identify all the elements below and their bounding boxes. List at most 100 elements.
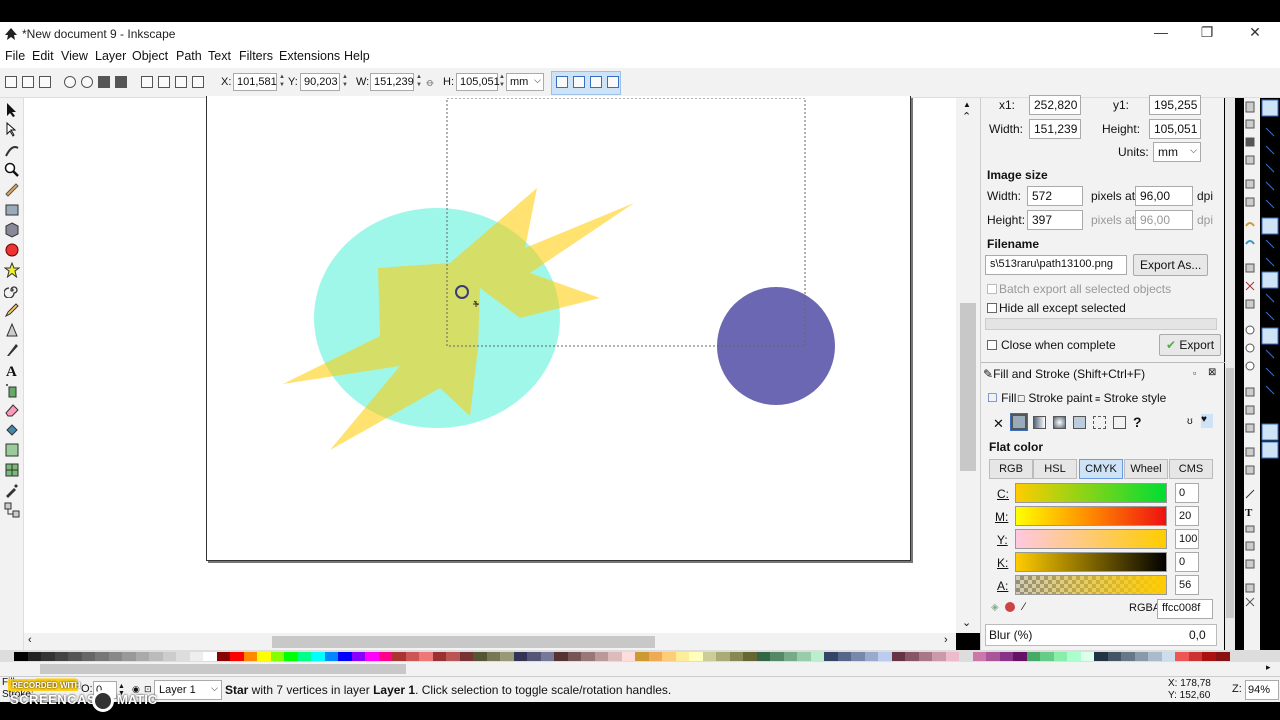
export-button[interactable]: ✔ Export [1159, 334, 1222, 356]
palette-swatch[interactable] [1013, 652, 1027, 661]
document-props-icon[interactable] [1245, 583, 1255, 593]
c-slider[interactable] [1015, 483, 1167, 503]
menu-filters[interactable]: Filters [239, 49, 273, 63]
tab-stroke-paint[interactable]: ☐ Stroke paint [1017, 391, 1092, 405]
palette-scroll-thumb[interactable] [40, 664, 406, 674]
export-icon[interactable] [1245, 197, 1255, 207]
export-width-input[interactable]: 151,239 [1029, 119, 1081, 139]
align-icon[interactable] [1245, 559, 1255, 569]
tab-fill[interactable]: ☐ Fill [987, 391, 1016, 405]
w-spinner-icon[interactable]: ▲ ▼ [415, 73, 423, 91]
a-slider[interactable] [1015, 575, 1167, 595]
horizontal-scroll-thumb[interactable] [272, 636, 655, 648]
new-icon[interactable] [1245, 101, 1255, 113]
linear-gradient-icon[interactable] [1033, 416, 1046, 429]
palette-swatch[interactable] [14, 652, 28, 661]
mode-wheel-tab[interactable]: Wheel [1124, 459, 1168, 479]
palette-scrollbar[interactable]: ▸ [0, 662, 1280, 676]
transform-patterns-icon[interactable] [607, 76, 619, 88]
hide-all-checkbox[interactable] [987, 303, 997, 313]
radial-gradient-icon[interactable] [1053, 416, 1066, 429]
palette-swatch[interactable] [608, 652, 622, 661]
palette-swatch[interactable] [1053, 652, 1068, 661]
palette-swatch[interactable] [311, 652, 325, 661]
palette-swatch[interactable] [635, 652, 649, 661]
mesh-gradient-icon[interactable] [1073, 416, 1086, 429]
x-spinner-icon[interactable]: ▲ ▼ [278, 73, 286, 91]
lock-icon[interactable]: ꝋ [426, 76, 434, 89]
palette-swatch[interactable] [432, 652, 447, 661]
filename-input[interactable]: s\513raru\path13100.png [985, 255, 1127, 275]
zoom-input[interactable]: 94% [1245, 680, 1279, 700]
color-palette[interactable] [0, 650, 1280, 662]
palette-swatch[interactable] [1134, 652, 1149, 661]
palette-swatch[interactable] [473, 652, 487, 661]
a-value[interactable]: 56 [1175, 575, 1199, 595]
palette-swatch[interactable] [1202, 652, 1216, 661]
close-when-complete-checkbox[interactable] [987, 340, 997, 350]
palette-swatch[interactable] [41, 652, 55, 661]
raise-to-top-icon[interactable] [192, 76, 204, 88]
palette-swatch[interactable] [783, 652, 798, 661]
scroll-up-icon[interactable]: ▲ [963, 100, 971, 109]
palette-swatch[interactable] [297, 652, 312, 661]
group-icon[interactable] [1245, 447, 1255, 457]
mode-rgb-tab[interactable]: RGB [989, 459, 1033, 479]
palette-swatch[interactable] [648, 652, 663, 661]
palette-swatch[interactable] [54, 652, 69, 661]
export-height-input[interactable]: 105,051 [1149, 119, 1201, 139]
palette-swatch[interactable] [716, 652, 730, 661]
menu-file[interactable]: File [5, 49, 25, 63]
copy-icon[interactable] [1245, 263, 1255, 273]
menu-path[interactable]: Path [176, 49, 202, 63]
palette-swatch[interactable] [513, 652, 528, 661]
unset-paint-icon[interactable]: ? [1133, 414, 1142, 430]
palette-swatch[interactable] [68, 652, 82, 661]
palette-swatch[interactable] [824, 652, 838, 661]
palette-swatch[interactable] [554, 652, 568, 661]
ungroup-icon[interactable] [1245, 465, 1255, 475]
width-input[interactable]: 151,239 [370, 73, 414, 91]
palette-swatch[interactable] [1121, 652, 1135, 661]
palette-swatch[interactable] [500, 652, 514, 661]
palette-swatch[interactable] [986, 652, 1000, 661]
palette-swatch[interactable] [999, 652, 1014, 661]
palette-swatch[interactable] [270, 652, 285, 661]
palette-swatch[interactable] [1026, 652, 1041, 661]
palette-swatch[interactable] [351, 652, 366, 661]
rotate-cw-icon[interactable] [81, 76, 93, 88]
palette-swatch[interactable] [1040, 652, 1054, 661]
lower-to-bottom-icon[interactable] [141, 76, 153, 88]
palette-swatch[interactable] [459, 652, 474, 661]
y-channel-value[interactable]: 100 [1175, 529, 1199, 549]
palette-swatch[interactable] [621, 652, 636, 661]
import-icon[interactable] [1245, 179, 1255, 189]
palette-swatch[interactable] [905, 652, 919, 661]
snap-cusp-icon[interactable] [1261, 271, 1279, 289]
units-select[interactable]: mm ⌵ [1153, 142, 1201, 162]
menu-layer[interactable]: Layer [95, 49, 126, 63]
minimize-button[interactable]: — [1138, 24, 1184, 44]
palette-swatch[interactable] [230, 652, 244, 661]
snap-others-icon[interactable] [1261, 327, 1279, 345]
palette-swatch[interactable] [689, 652, 703, 661]
layer-select[interactable]: Layer 1 ⌵ [154, 680, 222, 700]
palette-swatch[interactable] [27, 652, 42, 661]
close-dialog-icon[interactable]: ⊠ [1208, 367, 1216, 378]
x-input[interactable]: 101,581 [233, 73, 277, 91]
snap-enable-icon[interactable] [1261, 99, 1279, 117]
snap-nodes-icon[interactable] [1261, 217, 1279, 235]
h-spinner-icon[interactable]: ▲ ▼ [498, 73, 506, 91]
palette-swatch[interactable] [392, 652, 406, 661]
dock-icon[interactable]: ▫ [1193, 368, 1196, 378]
img-width-input[interactable]: 572 [1027, 186, 1083, 206]
rgba-input[interactable]: ffcc008f [1157, 599, 1213, 619]
palette-swatch[interactable] [1161, 652, 1176, 661]
mode-cmyk-tab[interactable]: CMYK [1079, 459, 1123, 479]
palette-menu-icon[interactable]: ▸ [1266, 662, 1271, 673]
palette-swatch[interactable] [945, 652, 960, 661]
tab-stroke-style[interactable]: ≡ Stroke style [1095, 391, 1166, 405]
clone-icon[interactable] [1245, 405, 1255, 415]
scroll-down-icon[interactable]: ⌄ [962, 616, 971, 629]
restore-button[interactable]: ❐ [1184, 24, 1230, 44]
